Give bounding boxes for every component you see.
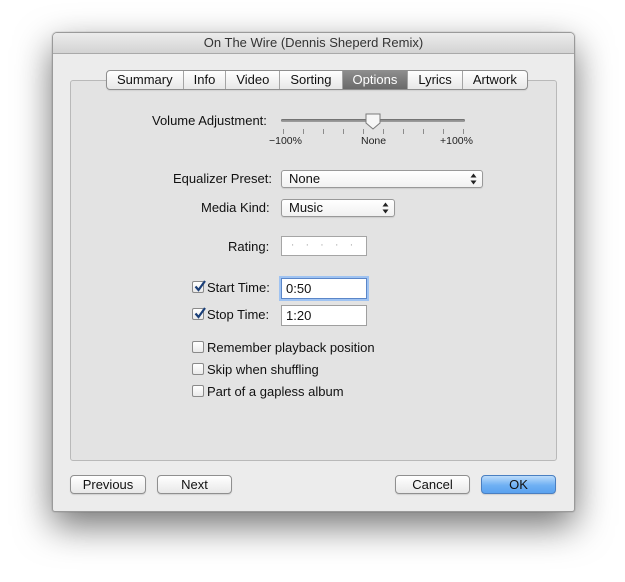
chevron-updown-icon	[382, 202, 389, 214]
slider-tick	[323, 129, 324, 134]
tab-lyrics[interactable]: Lyrics	[408, 71, 463, 89]
cancel-button[interactable]: Cancel	[395, 475, 470, 494]
slider-tick	[383, 129, 384, 134]
volume-slider-thumb[interactable]	[365, 113, 381, 130]
tab-artwork[interactable]: Artwork	[463, 71, 527, 89]
options-panel	[70, 80, 557, 461]
tab-summary[interactable]: Summary	[107, 71, 184, 89]
tab-info[interactable]: Info	[184, 71, 227, 89]
remember-playback-checkbox[interactable]	[192, 341, 204, 353]
start-time-checkbox[interactable]	[192, 280, 206, 293]
chevron-updown-icon	[470, 173, 477, 185]
gapless-album-checkbox[interactable]	[192, 385, 204, 397]
skip-shuffling-label[interactable]: Skip when shuffling	[207, 362, 319, 377]
gapless-album-label[interactable]: Part of a gapless album	[207, 384, 344, 399]
previous-button[interactable]: Previous	[70, 475, 146, 494]
media-kind-value: Music	[289, 200, 323, 215]
tab-bar: Summary Info Video Sorting Options Lyric…	[106, 70, 528, 90]
media-kind-popup[interactable]: Music	[281, 199, 395, 217]
window-title: On The Wire (Dennis Sheperd Remix)	[203, 35, 424, 50]
equalizer-preset-label: Equalizer Preset:	[173, 171, 272, 186]
next-button[interactable]: Next	[157, 475, 232, 494]
volume-adjustment-label: Volume Adjustment:	[152, 113, 267, 128]
checkmark-icon	[194, 280, 206, 292]
rating-stars[interactable]: · · · · ·	[281, 236, 367, 256]
stop-time-checkbox[interactable]	[192, 307, 206, 320]
slider-tick	[303, 129, 304, 134]
media-kind-label: Media Kind:	[201, 200, 270, 215]
checkmark-icon	[194, 307, 206, 319]
slider-tick	[423, 129, 424, 134]
equalizer-preset-popup[interactable]: None	[281, 170, 483, 188]
ok-button[interactable]: OK	[481, 475, 556, 494]
stop-time-label: Stop Time:	[207, 307, 270, 322]
tab-video[interactable]: Video	[226, 71, 281, 89]
volume-mid-label: None	[361, 135, 387, 147]
title-bar[interactable]: On The Wire (Dennis Sheperd Remix)	[53, 33, 574, 54]
slider-tick	[403, 129, 404, 134]
rating-label: Rating:	[228, 239, 270, 254]
volume-max-label: +100%	[440, 135, 473, 147]
stop-time-field[interactable]: 1:20	[281, 305, 367, 326]
slider-tick	[343, 129, 344, 134]
slider-tick	[283, 129, 284, 134]
start-time-field[interactable]: 0:50	[281, 278, 367, 299]
slider-tick	[463, 129, 464, 134]
tab-sorting[interactable]: Sorting	[280, 71, 343, 89]
slider-tick	[363, 129, 364, 134]
tab-options[interactable]: Options	[342, 71, 409, 89]
remember-playback-label[interactable]: Remember playback position	[207, 340, 375, 355]
start-time-label: Start Time:	[207, 280, 270, 295]
slider-tick	[443, 129, 444, 134]
volume-min-label: −100%	[269, 135, 302, 147]
equalizer-preset-value: None	[289, 171, 321, 186]
skip-shuffling-checkbox[interactable]	[192, 363, 204, 375]
track-info-dialog: On The Wire (Dennis Sheperd Remix) Summa…	[52, 32, 575, 512]
